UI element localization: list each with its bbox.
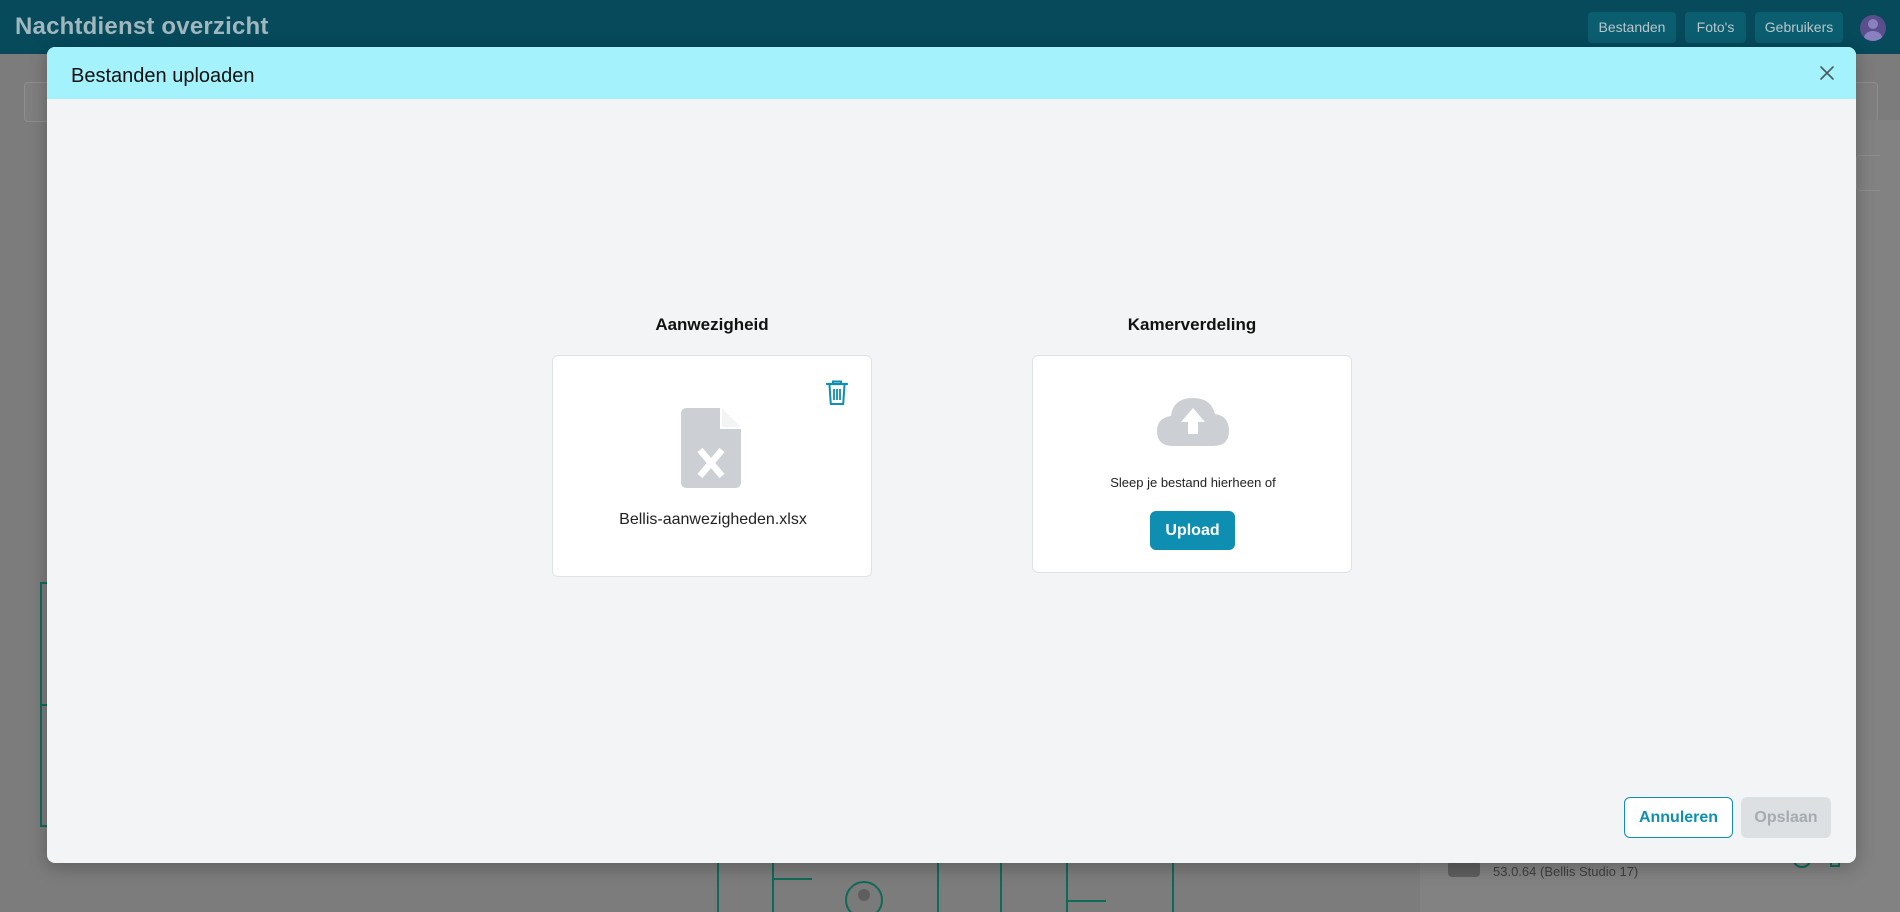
background-person-marker bbox=[845, 881, 883, 912]
user-avatar[interactable] bbox=[1860, 15, 1886, 41]
room-division-heading: Kamerverdeling bbox=[1127, 315, 1257, 334]
dropzone-text: Sleep je bestand hierheen of bbox=[1110, 475, 1276, 490]
background-room-line bbox=[772, 878, 812, 880]
background-panel-tab bbox=[1856, 155, 1880, 191]
app-title: Nachtdienst overzicht bbox=[15, 13, 269, 40]
modal-title: Bestanden uploaden bbox=[71, 65, 255, 87]
cloud-upload-icon bbox=[1155, 394, 1231, 448]
background-room-wall bbox=[1066, 862, 1068, 912]
nav-files-button[interactable]: Bestanden bbox=[1588, 12, 1676, 43]
background-room-wall bbox=[772, 862, 774, 912]
attendance-file-card: Bellis-aanwezigheden.xlsx bbox=[552, 355, 872, 577]
app-topbar: Nachtdienst overzicht Bestanden Foto's G… bbox=[0, 0, 1900, 54]
background-room-wall bbox=[1172, 862, 1174, 912]
excel-file-icon bbox=[681, 408, 741, 488]
upload-button[interactable]: Upload bbox=[1150, 511, 1235, 550]
attendance-file-name: Bellis-aanwezigheden.xlsx bbox=[619, 511, 807, 528]
modal-header: Bestanden uploaden bbox=[47, 47, 1856, 99]
background-room-wall bbox=[937, 862, 939, 912]
background-room-line bbox=[1066, 900, 1106, 902]
nav-photos-button[interactable]: Foto's bbox=[1685, 12, 1746, 43]
background-room-wall bbox=[717, 862, 719, 912]
background-version-text: 53.0.64 (Bellis Studio 17) bbox=[1493, 864, 1639, 879]
upload-modal: Bestanden uploaden Aanwezigheid Kamerver… bbox=[47, 47, 1856, 863]
close-icon[interactable] bbox=[1817, 63, 1837, 83]
attendance-heading: Aanwezigheid bbox=[655, 315, 769, 334]
trash-icon[interactable] bbox=[825, 380, 849, 406]
save-button[interactable]: Opslaan bbox=[1741, 797, 1831, 838]
nav-users-button[interactable]: Gebruikers bbox=[1755, 12, 1843, 43]
background-room-wall bbox=[1000, 862, 1002, 912]
room-division-dropzone[interactable]: Sleep je bestand hierheen of Upload bbox=[1032, 355, 1352, 573]
cancel-button[interactable]: Annuleren bbox=[1624, 797, 1733, 838]
